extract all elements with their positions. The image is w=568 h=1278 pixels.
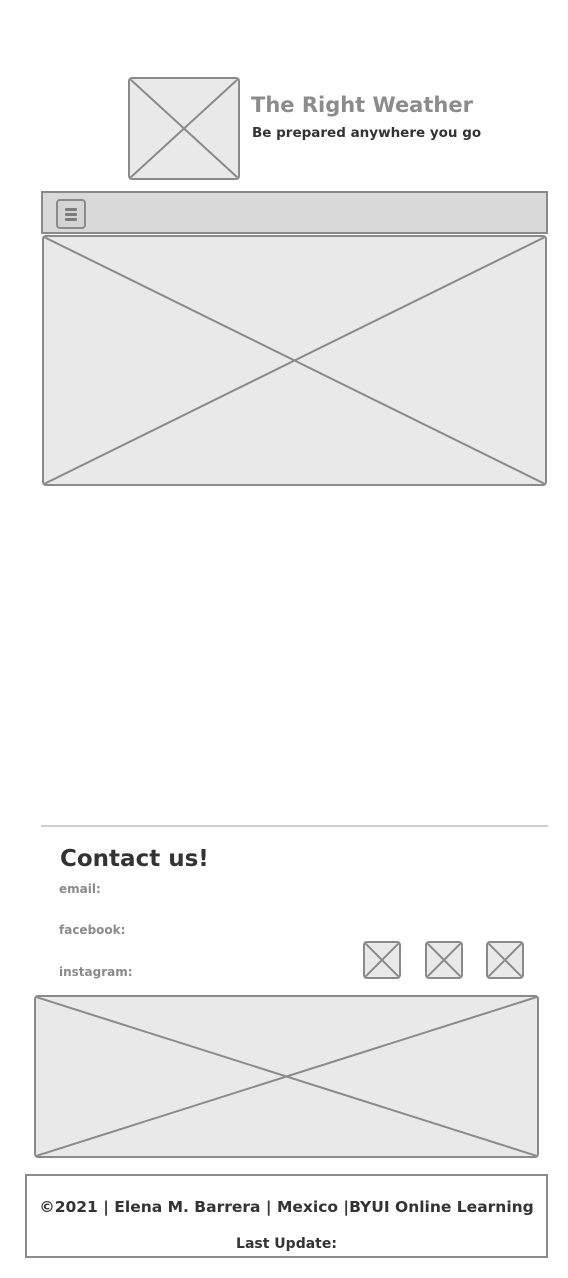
image-placeholder-icon	[488, 943, 522, 977]
image-placeholder-icon	[427, 943, 461, 977]
image-placeholder-icon	[36, 997, 537, 1156]
logo-image	[128, 77, 240, 180]
hero-image	[42, 235, 547, 486]
hamburger-menu-icon-bar	[65, 218, 77, 221]
social-link-1[interactable]	[363, 941, 401, 979]
section-divider	[41, 825, 548, 827]
image-placeholder-icon	[130, 79, 238, 178]
navigation-bar	[41, 191, 548, 234]
hamburger-menu-button[interactable]	[56, 199, 86, 229]
contact-heading: Contact us!	[60, 846, 209, 872]
last-update-text: Last Update:	[236, 1236, 337, 1252]
page-footer: ©2021 | Elena M. Barrera | Mexico |BYUI …	[25, 1174, 548, 1258]
social-link-3[interactable]	[486, 941, 524, 979]
image-placeholder-icon	[44, 237, 545, 484]
social-link-2[interactable]	[425, 941, 463, 979]
email-label: email:	[59, 882, 101, 896]
instagram-label: instagram:	[59, 965, 133, 979]
site-title: The Right Weather	[251, 93, 473, 117]
site-tagline: Be prepared anywhere you go	[252, 125, 482, 141]
image-placeholder-icon	[365, 943, 399, 977]
facebook-label: facebook:	[59, 923, 126, 937]
copyright-text: ©2021 | Elena M. Barrera | Mexico |BYUI …	[39, 1198, 534, 1216]
hamburger-menu-icon-bar	[65, 213, 77, 216]
contact-image	[34, 995, 539, 1158]
hamburger-menu-icon	[65, 208, 77, 211]
